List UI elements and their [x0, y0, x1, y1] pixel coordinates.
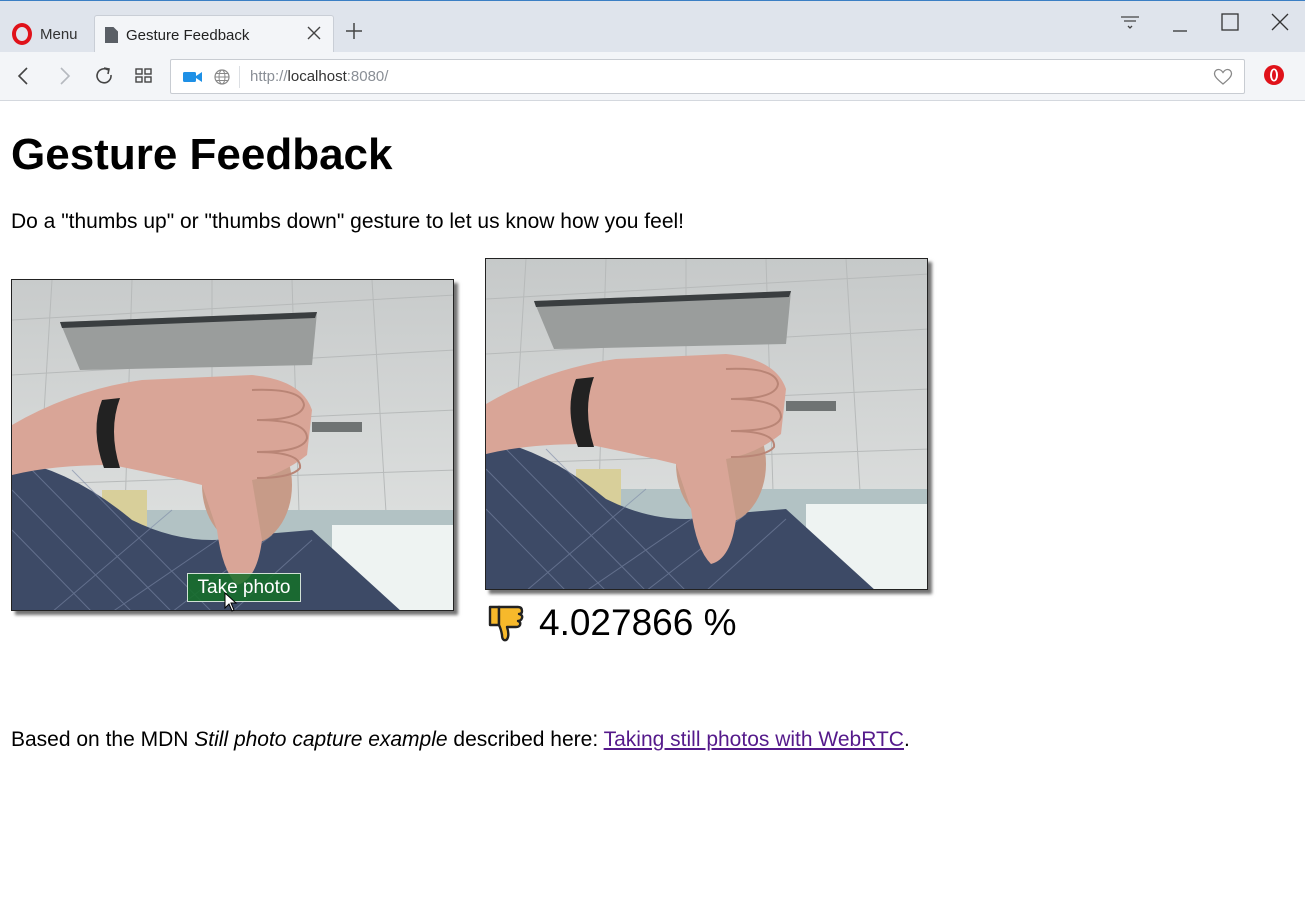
plus-icon	[346, 23, 362, 39]
reload-icon	[96, 67, 112, 84]
url-text[interactable]: http://localhost:8080/	[250, 68, 388, 85]
camera-icon[interactable]	[182, 69, 204, 85]
opera-menu-button[interactable]: Menu	[0, 15, 92, 53]
address-separator	[239, 66, 240, 88]
captured-photo	[485, 258, 928, 590]
maximize-icon	[1221, 13, 1239, 31]
window-close-button[interactable]	[1265, 11, 1295, 41]
new-tab-button[interactable]	[342, 21, 366, 45]
footer-middle: described here:	[447, 728, 604, 751]
webrtc-link[interactable]: Taking still photos with WebRTC	[604, 728, 904, 751]
tab-menu-icon	[1121, 16, 1139, 29]
reload-button[interactable]	[91, 64, 117, 90]
forward-button[interactable]	[51, 64, 77, 90]
minimize-button[interactable]	[1165, 11, 1195, 41]
footer-prefix: Based on the MDN	[11, 728, 195, 751]
address-bar[interactable]: http://localhost:8080/	[170, 59, 1245, 94]
video-feed	[11, 279, 454, 611]
mouse-cursor-icon	[224, 592, 238, 612]
page-icon	[105, 27, 118, 43]
tab-menu-button[interactable]	[1115, 11, 1145, 41]
forward-icon	[60, 67, 71, 85]
opera-logo-icon	[12, 23, 32, 45]
active-tab[interactable]: Gesture Feedback	[94, 15, 334, 54]
speed-dial-button[interactable]	[131, 64, 157, 90]
tab-close-button[interactable]	[305, 25, 323, 43]
confidence-value: 4.027866 %	[539, 602, 737, 643]
close-icon	[307, 26, 321, 40]
speed-dial-icon	[135, 68, 152, 83]
url-scheme: http://	[250, 68, 288, 85]
close-icon	[1271, 13, 1289, 31]
globe-icon[interactable]	[213, 68, 231, 86]
minimize-icon	[1173, 30, 1187, 32]
footer-text: Based on the MDN Still photo capture exa…	[11, 728, 910, 752]
webcam-image	[12, 280, 453, 610]
url-host: localhost	[287, 68, 347, 85]
back-icon	[17, 67, 28, 85]
maximize-button[interactable]	[1215, 11, 1245, 41]
heart-icon[interactable]	[1213, 68, 1233, 86]
tab-title: Gesture Feedback	[126, 26, 250, 44]
intro-text: Do a "thumbs up" or "thumbs down" gestur…	[11, 210, 685, 233]
thumbs-down-icon	[488, 605, 524, 642]
footer-suffix: .	[903, 728, 910, 751]
take-photo-button[interactable]: Take photo	[187, 573, 301, 602]
page-title: Gesture Feedback	[11, 130, 393, 179]
menu-label: Menu	[40, 25, 78, 43]
opera-badge-icon[interactable]	[1262, 63, 1286, 87]
title-bar: Menu Gesture Feedback	[0, 0, 1305, 54]
gesture-result: 4.027866 %	[487, 602, 737, 644]
url-port-path: :8080/	[346, 68, 389, 85]
captured-image	[486, 259, 927, 589]
back-button[interactable]	[11, 64, 37, 90]
footer-italic: Still photo capture example	[194, 728, 448, 751]
browser-toolbar: http://localhost:8080/	[0, 52, 1305, 101]
